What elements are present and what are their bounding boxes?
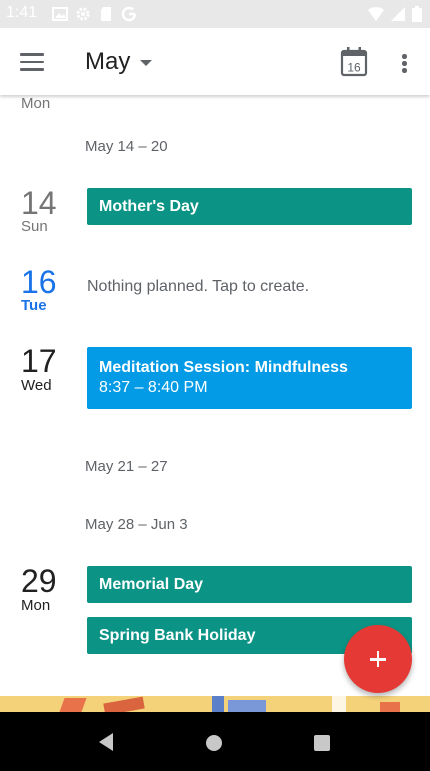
event-title: Mother's Day	[99, 198, 199, 215]
sd-card-icon	[101, 7, 111, 21]
status-time: 1:41	[6, 4, 38, 21]
calendar-today-icon: 16	[340, 47, 368, 77]
day-name: Tue	[21, 297, 47, 314]
status-notification-icons	[52, 6, 137, 22]
today-date: 16	[347, 61, 361, 75]
navigation-bar	[0, 712, 430, 771]
day-number: 17	[21, 343, 57, 379]
day-number: 29	[21, 563, 57, 599]
image-icon	[52, 7, 68, 21]
nothing-planned-prompt[interactable]: Nothing planned. Tap to create.	[87, 278, 309, 296]
today-button[interactable]: 16	[339, 46, 369, 78]
day-name: Mon	[21, 95, 51, 112]
gear-icon	[76, 7, 90, 21]
status-bar: 1:41	[0, 0, 430, 28]
back-icon[interactable]	[96, 732, 116, 752]
signal-icon	[391, 7, 405, 21]
month-title: May	[85, 48, 131, 75]
event-chip[interactable]: Memorial Day	[87, 566, 412, 603]
day-name: Sun	[21, 218, 48, 235]
event-chip[interactable]: Meditation Session: Mindfulness 8:37 – 8…	[87, 347, 412, 409]
event-title: Memorial Day	[99, 576, 204, 593]
google-icon	[121, 6, 137, 22]
wifi-icon	[368, 6, 384, 22]
week-range-label: May 14 – 20	[85, 138, 168, 155]
add-event-button[interactable]	[344, 625, 412, 693]
event-title: Meditation Session: Mindfulness	[99, 359, 348, 376]
app-bar: May 16	[0, 28, 430, 95]
recents-icon[interactable]	[314, 735, 330, 751]
week-range-label: May 21 – 27	[85, 458, 168, 475]
home-icon[interactable]	[206, 735, 222, 751]
hamburger-menu-icon[interactable]	[14, 48, 50, 76]
month-selector[interactable]: May	[85, 46, 153, 78]
status-system-icons	[368, 6, 422, 22]
day-number: 16	[21, 264, 57, 300]
event-chip[interactable]: Mother's Day	[87, 188, 412, 225]
battery-icon	[412, 6, 422, 22]
week-range-label: May 28 – Jun 3	[85, 516, 188, 533]
agenda-list[interactable]: Mon May 14 – 20 14 Sun Mother's Day 16 T…	[0, 95, 430, 696]
day-number: 14	[21, 185, 57, 221]
more-options-icon[interactable]	[394, 48, 414, 76]
day-name: Mon	[21, 597, 51, 614]
dropdown-arrow-icon	[140, 60, 153, 66]
month-illustration	[0, 696, 430, 712]
event-time: 8:37 – 8:40 PM	[99, 379, 208, 396]
day-name: Wed	[21, 377, 52, 394]
